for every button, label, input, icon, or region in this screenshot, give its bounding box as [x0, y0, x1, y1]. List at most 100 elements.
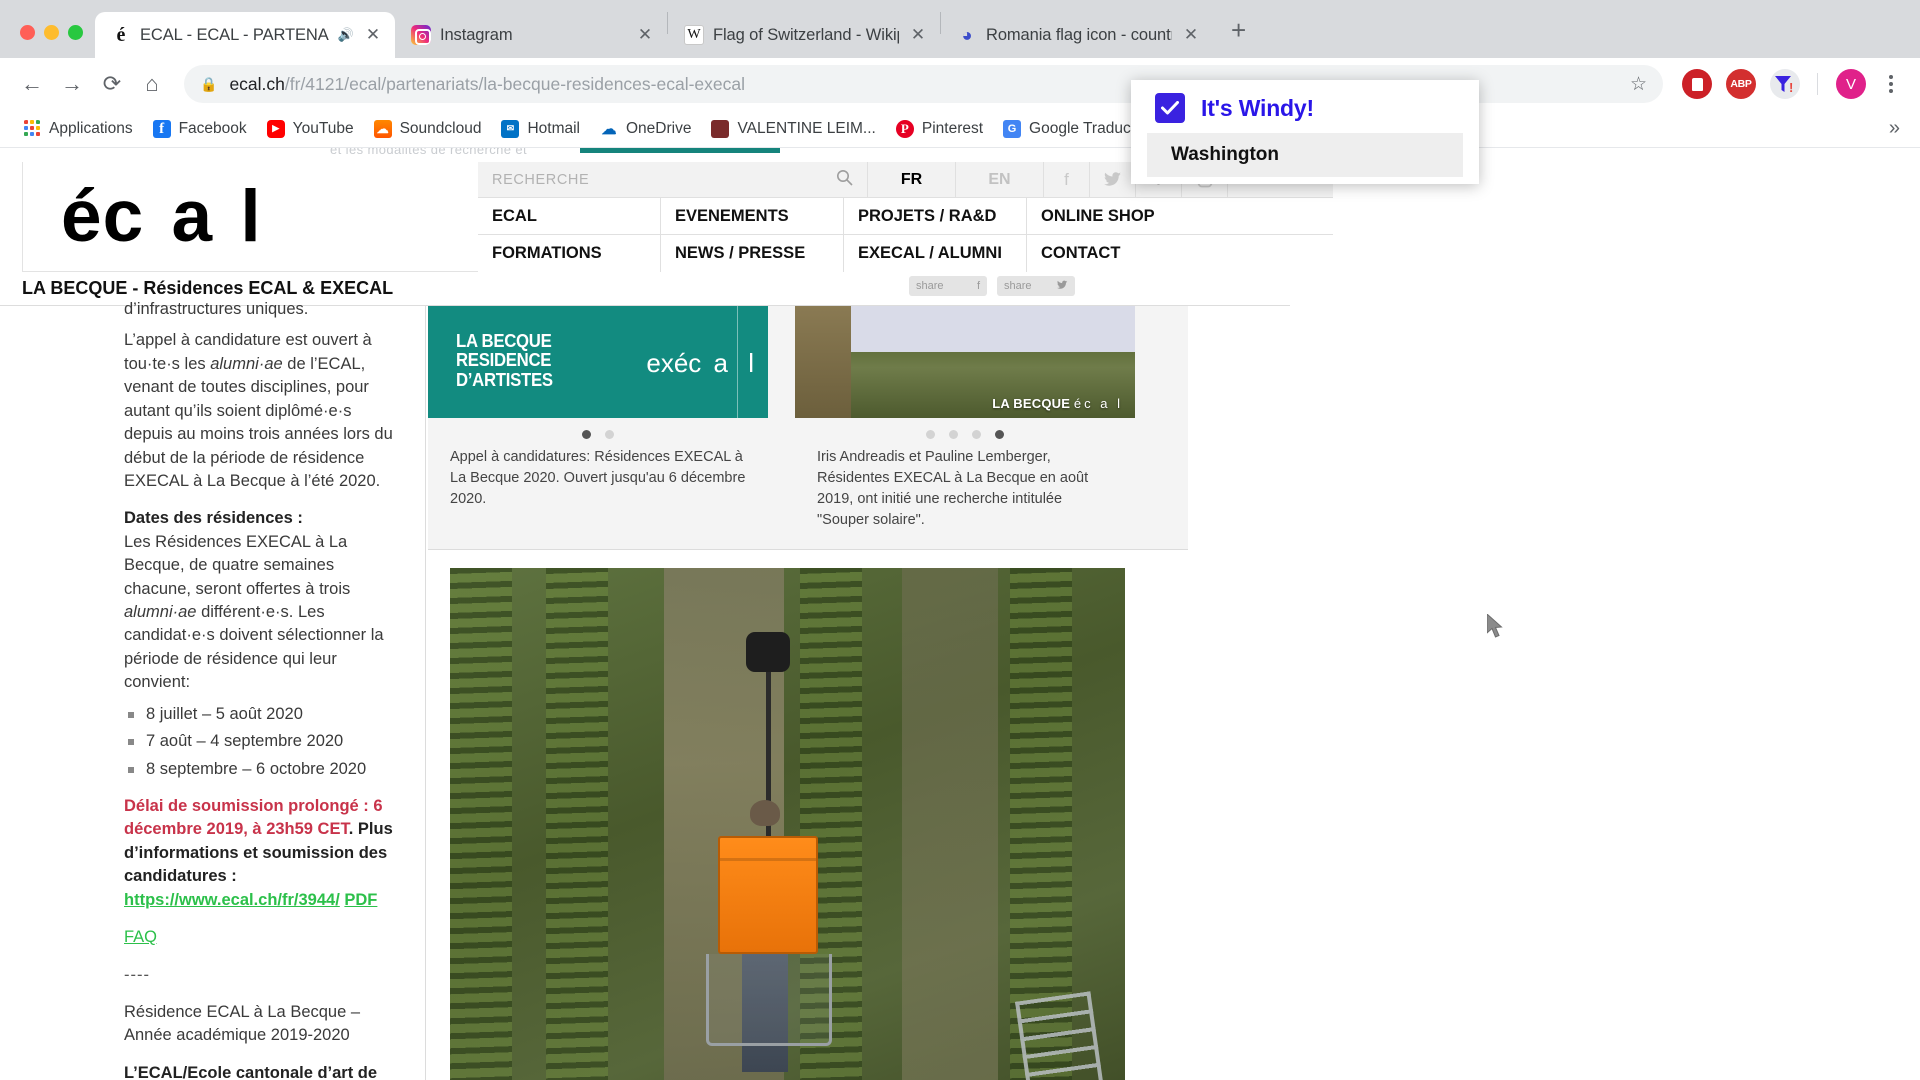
nav-item-ecal[interactable]: ECAL	[478, 198, 661, 234]
bookmark-onedrive[interactable]: ☁ OneDrive	[591, 116, 700, 142]
popup-location-row[interactable]: Washington	[1147, 133, 1463, 177]
new-tab-button[interactable]: +	[1213, 15, 1262, 58]
submission-link[interactable]: https://www.ecal.ch/fr/3944/	[124, 891, 340, 909]
tab-romania-flag[interactable]: ◕ Romania flag icon - country fla ✕	[941, 12, 1213, 58]
maximize-window-button[interactable]	[68, 25, 83, 40]
page-content: d’infrastructures uniques. L’appel à can…	[0, 300, 1920, 1080]
nav-item-contact[interactable]: CONTACT	[1027, 235, 1333, 272]
bookmark-facebook[interactable]: f Facebook	[144, 116, 256, 142]
its-windy-icon[interactable]: !	[1770, 69, 1800, 99]
facebook-icon[interactable]: f	[1044, 162, 1090, 197]
photo-credit: Ins	[801, 314, 810, 325]
minimize-window-button[interactable]	[44, 25, 59, 40]
tab-title: Romania flag icon - country fla	[986, 25, 1172, 44]
ecal-favicon-icon: é	[116, 25, 126, 45]
search-placeholder: RECHERCHE	[492, 171, 590, 188]
adblock-plus-icon[interactable]: ABP	[1726, 69, 1756, 99]
residency-photo: Ins LA BECQUE éc a l	[795, 306, 1135, 418]
slide-image: Ins LA BECQUE éc a l	[795, 306, 1135, 418]
reload-button[interactable]: ⟳	[94, 66, 130, 102]
bookmark-pinterest[interactable]: P Pinterest	[887, 116, 992, 142]
tab-close-icon[interactable]: ✕	[908, 25, 928, 45]
carousel-dot[interactable]	[605, 430, 614, 439]
line: L’ECAL/Ecole cantonale d’art de Lausanne…	[124, 1063, 378, 1080]
ecal-logo[interactable]: éc a l	[61, 180, 262, 253]
faq-link[interactable]: FAQ	[124, 928, 157, 946]
bookmark-soundcloud[interactable]: ☁ Soundcloud	[365, 116, 491, 142]
clipped-text: et les modalités de recherche et	[330, 148, 528, 157]
carousel-dot[interactable]	[582, 430, 591, 439]
paragraph-appel: L’appel à candidature est ouvert à tou·t…	[124, 329, 401, 493]
svg-text:!: !	[1789, 80, 1793, 94]
kebab-menu-icon[interactable]	[1876, 75, 1906, 93]
bookmark-hotmail[interactable]: ✉ Hotmail	[492, 116, 589, 142]
carousel-slide-2[interactable]: Ins LA BECQUE éc a l Iris Andreadis et P…	[795, 306, 1135, 549]
search-icon[interactable]	[836, 169, 853, 190]
back-button[interactable]: ←	[14, 66, 50, 102]
twitter-share-icon	[1057, 280, 1068, 293]
search-input[interactable]: RECHERCHE	[478, 162, 868, 197]
nav-item-projets-rad[interactable]: PROJETS / RA&D	[844, 198, 1027, 234]
nav-item-execal-alumni[interactable]: EXECAL / ALUMNI	[844, 235, 1027, 272]
nav-item-evenements[interactable]: EVENEMENTS	[661, 198, 844, 234]
tab-ecal[interactable]: é ECAL - ECAL - PARTENARI 🔊 ✕	[95, 12, 395, 58]
nav-item-online-shop[interactable]: ONLINE SHOP	[1027, 198, 1333, 234]
execal-logo: exéc a	[646, 348, 728, 379]
bookmark-label: Pinterest	[921, 119, 984, 137]
la-becque-overlay-logo: LA BECQUE éc a l	[992, 396, 1123, 411]
camera-360-icon	[746, 632, 790, 673]
page-scrolled-content-edge: et les modalités de recherche et	[0, 148, 1920, 162]
page-viewport: et les modalités de recherche et éc a l …	[0, 148, 1920, 1080]
tab-close-icon[interactable]: ✕	[363, 25, 383, 45]
tab-close-icon[interactable]: ✕	[1181, 25, 1201, 45]
home-button[interactable]: ⌂	[134, 66, 170, 102]
carousel-dot[interactable]	[949, 430, 958, 439]
browser-window: é ECAL - ECAL - PARTENARI 🔊 ✕ Instagram …	[0, 0, 1920, 1080]
facebook-icon: f	[152, 119, 171, 138]
bookmark-applications[interactable]: Applications	[14, 116, 142, 142]
its-windy-popup[interactable]: It's Windy! Washington	[1131, 80, 1479, 184]
tab-wikipedia[interactable]: W Flag of Switzerland - Wikipedia ✕	[668, 12, 940, 58]
language-fr-button[interactable]: FR	[868, 162, 956, 197]
share-buttons: share f share	[909, 276, 1075, 296]
share-label: share	[916, 280, 944, 292]
nav-item-news-presse[interactable]: NEWS / PRESSE	[661, 235, 844, 272]
close-window-button[interactable]	[20, 25, 35, 40]
bookmark-label: Applications	[49, 119, 133, 137]
forward-button[interactable]: →	[54, 66, 90, 102]
apps-grid-icon	[23, 119, 41, 138]
tab-instagram[interactable]: Instagram ✕	[395, 12, 667, 58]
wikipedia-favicon-icon: W	[684, 25, 704, 45]
twitter-icon[interactable]	[1090, 162, 1136, 197]
twitter-share-button[interactable]: share	[997, 276, 1075, 296]
ublock-origin-icon[interactable]	[1682, 69, 1712, 99]
tab-audio-icon[interactable]: 🔊	[338, 27, 354, 43]
facebook-share-button[interactable]: share f	[909, 276, 987, 296]
lock-icon: 🔒	[200, 75, 218, 92]
bookmark-valentine-leim[interactable]: VALENTINE LEIM...	[702, 116, 884, 142]
bookmarks-overflow-button[interactable]: »	[1889, 117, 1906, 140]
profile-avatar[interactable]: V	[1836, 69, 1866, 99]
carousel-dot[interactable]	[926, 430, 935, 439]
bookmark-label: Facebook	[178, 119, 247, 137]
mouse-cursor	[1487, 614, 1503, 638]
nav-item-formations[interactable]: FORMATIONS	[478, 235, 661, 272]
line: candidatures :	[124, 867, 237, 886]
onedrive-icon: ☁	[600, 119, 618, 138]
execal-logo-l: l	[748, 348, 754, 378]
carousel-dot[interactable]	[995, 430, 1004, 439]
bookmark-star-icon[interactable]: ☆	[1630, 73, 1647, 96]
instagram-favicon-icon	[411, 25, 431, 45]
photo-path-2	[902, 568, 998, 1080]
bookmark-label: Hotmail	[527, 119, 580, 137]
language-en-button[interactable]: EN	[956, 162, 1044, 197]
paragraph-faq: FAQ	[124, 926, 401, 949]
tab-close-icon[interactable]: ✕	[635, 25, 655, 45]
carousel-dot[interactable]	[972, 430, 981, 439]
pdf-link[interactable]: PDF	[344, 891, 377, 909]
carousel-slide-1[interactable]: LA BECQUE RESIDENCE D’ARTISTES exéc a l	[428, 306, 768, 549]
checkmark-icon[interactable]	[1155, 93, 1185, 123]
carousel-dots-1	[428, 418, 768, 445]
bookmark-youtube[interactable]: ▶ YouTube	[258, 116, 363, 142]
banner-divider	[737, 306, 738, 418]
